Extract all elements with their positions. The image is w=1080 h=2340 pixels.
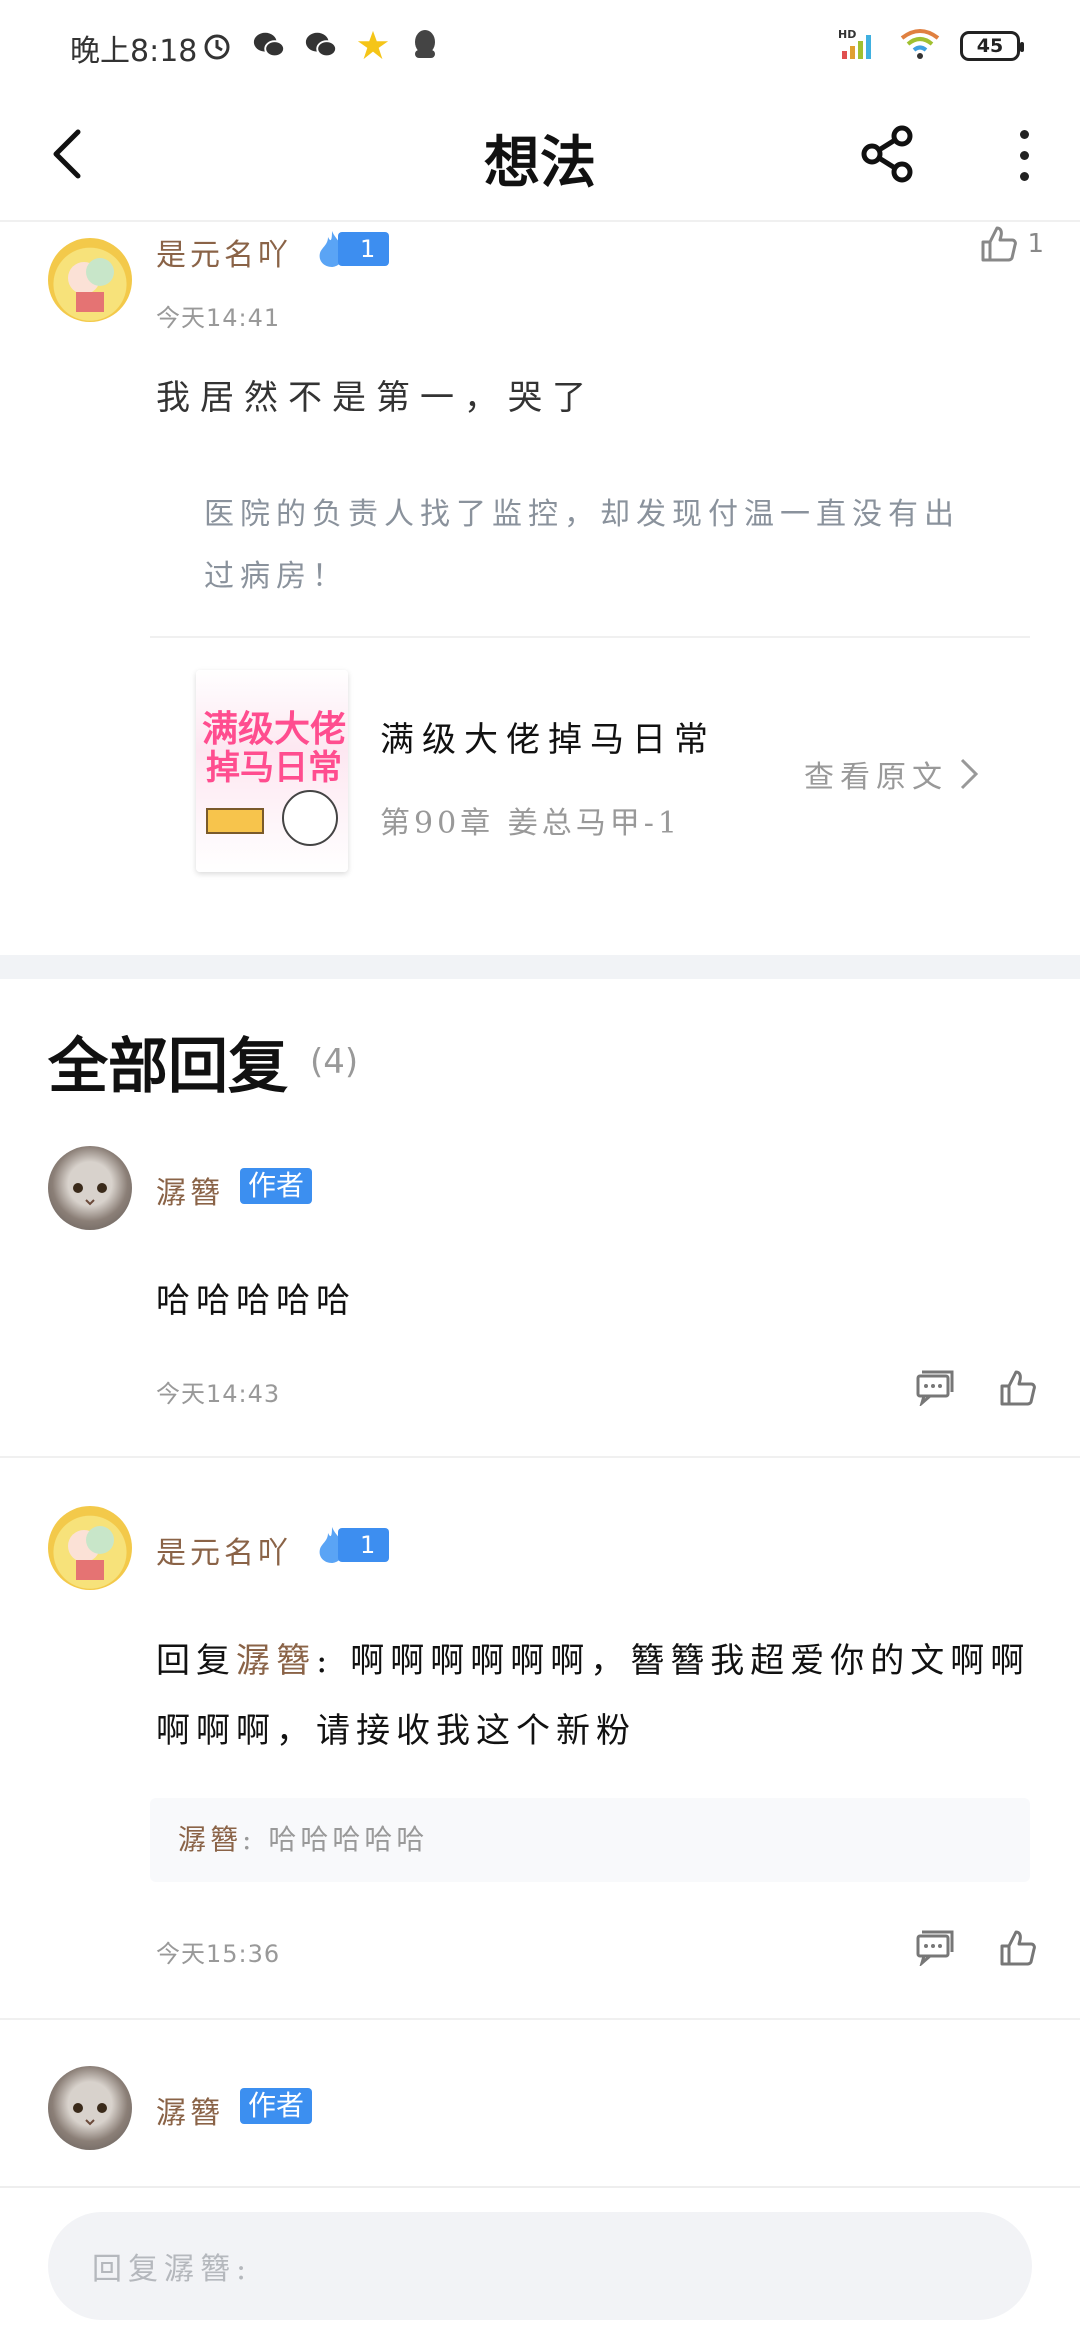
wechat-icon [252, 28, 286, 62]
status-notification-icons [200, 28, 442, 62]
post-like-count: 1 [1027, 229, 1044, 259]
avatar[interactable] [48, 238, 132, 322]
divider [0, 1456, 1080, 1458]
wifi-icon [898, 26, 942, 66]
chapter-title: 第90章 姜总马甲-1 [380, 806, 681, 841]
reply-username[interactable]: 潺簪 [156, 2088, 224, 2132]
status-time: 晚上8:18 [70, 34, 198, 69]
qq-icon [408, 28, 442, 62]
author-badge: 作者 [240, 2088, 313, 2124]
reply-input-bar: 回复潺簪: [0, 2186, 1080, 2340]
reply-item: 潺簪 作者 哈哈哈哈哈 今天14:43 [0, 1146, 1080, 1456]
divider [150, 636, 1030, 638]
thumbs-up-icon [1000, 1370, 1036, 1406]
reply-actions [912, 1366, 1040, 1410]
alarm-icon [200, 28, 234, 62]
quoted-excerpt: 医院的负责人找了监控，却发现付温一直没有出过病房！ [204, 497, 960, 594]
main-post: 是元名吖 1 今天14:41 1 我居然不是第一，哭了 医院的负责人找了监控，却… [0, 222, 1080, 955]
cover-decoration [282, 790, 338, 846]
reply-item: 是元名吖 1 回复潺簪: 啊啊啊啊啊啊，簪簪我超爱你的文啊啊啊啊啊，请接收我这个… [0, 1506, 1080, 2006]
cover-decoration [206, 808, 264, 834]
star-icon [356, 28, 390, 62]
reply-content: 回复潺簪: 啊啊啊啊啊啊，簪簪我超爱你的文啊啊啊啊啊，请接收我这个新粉 [156, 1641, 1031, 1751]
author-badge: 作者 [240, 1168, 313, 1204]
mention-link[interactable]: 潺簪 [236, 1641, 316, 1681]
replies-heading: 全部回复 [48, 1032, 288, 1102]
like-button[interactable] [996, 1926, 1040, 1970]
comment-button[interactable] [912, 1366, 956, 1410]
quoted-reply: 潺簪: 哈哈哈哈哈 [150, 1798, 1030, 1882]
comment-button[interactable] [912, 1926, 956, 1970]
fan-level-badge: 1 [312, 1527, 390, 1563]
reply-time: 今天15:36 [156, 1940, 281, 1968]
reply-input[interactable]: 回复潺簪: [48, 2212, 1032, 2320]
reply-content: 哈哈哈哈哈 [156, 1281, 356, 1321]
share-button[interactable] [856, 122, 920, 186]
reply-username[interactable]: 潺簪 [156, 1168, 224, 1212]
book-cover[interactable]: 满级大佬 掉马日常 [196, 670, 348, 872]
section-separator [0, 955, 1080, 979]
avatar[interactable] [48, 1506, 132, 1590]
book-title[interactable]: 满级大佬掉马日常 [380, 712, 716, 761]
post-content: 我居然不是第一，哭了 [156, 378, 596, 418]
battery-indicator: 45 [960, 31, 1024, 61]
status-bar: 晚上8:18 HD 45 [0, 0, 1080, 92]
reply-item: 潺簪 作者 [0, 2066, 1080, 2176]
thumbs-up-icon [1000, 1930, 1036, 1966]
reply-username[interactable]: 是元名吖 [156, 1528, 292, 1572]
thumbs-up-icon [981, 226, 1018, 262]
svg-text:HD: HD [838, 28, 856, 41]
comment-icon [916, 1930, 954, 1966]
wechat-icon [304, 28, 338, 62]
divider [0, 2018, 1080, 2020]
reply-actions [912, 1926, 1040, 1970]
more-options-button[interactable] [1004, 120, 1044, 190]
avatar[interactable] [48, 2066, 132, 2150]
replies-count: (4) [310, 1042, 359, 1082]
post-time: 今天14:41 [156, 304, 281, 332]
status-system-icons: HD 45 [838, 26, 1024, 66]
comment-icon [916, 1370, 954, 1406]
fan-level-badge: 1 [312, 231, 390, 267]
post-username[interactable]: 是元名吖 [156, 230, 292, 274]
share-icon [861, 125, 913, 183]
like-button[interactable] [996, 1366, 1040, 1410]
chevron-right-icon [960, 758, 979, 790]
post-like-button[interactable]: 1 [979, 224, 1044, 264]
signal-icon: HD [838, 27, 880, 65]
avatar[interactable] [48, 1146, 132, 1230]
view-original-link[interactable]: 查看原文 [804, 752, 980, 796]
reply-time: 今天14:43 [156, 1380, 281, 1408]
top-nav-bar: 想法 [0, 92, 1080, 222]
